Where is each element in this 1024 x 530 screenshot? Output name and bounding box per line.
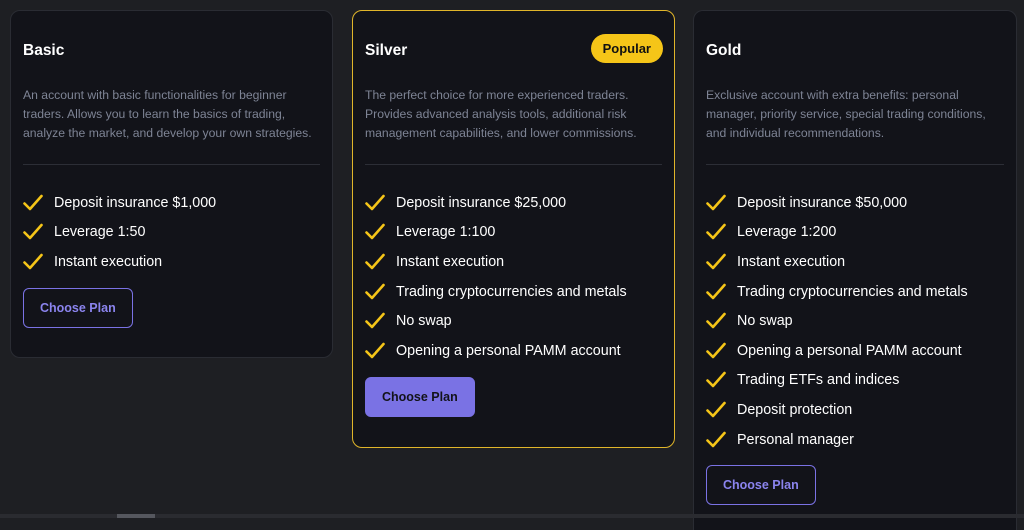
feature-item: Trading cryptocurrencies and metals (706, 277, 968, 307)
feature-label: Deposit protection (737, 401, 853, 418)
check-icon (365, 342, 385, 359)
feature-item: No swap (706, 306, 968, 336)
feature-label: Instant execution (396, 253, 505, 270)
feature-item: Trading ETFs and indices (706, 366, 968, 396)
choose-plan-silver-button[interactable]: Choose Plan (365, 377, 475, 417)
feature-label: Personal manager (737, 431, 854, 448)
check-icon (706, 372, 726, 388)
feature-item: Instant execution (706, 247, 968, 277)
feature-label: Deposit insurance $1,000 (54, 194, 217, 211)
plan-title: Gold (706, 42, 742, 59)
divider (365, 164, 662, 165)
feature-item: No swap (365, 306, 627, 336)
feature-item: Trading cryptocurrencies and metals (365, 277, 627, 307)
feature-item: Leverage 1:50 (23, 218, 216, 248)
choose-plan-gold-button[interactable]: Choose Plan (706, 465, 816, 505)
check-icon (706, 224, 726, 240)
plan-title: Silver (365, 42, 408, 59)
feature-item: Leverage 1:100 (365, 218, 627, 248)
feature-item: Deposit insurance $1,000 (23, 188, 216, 218)
choose-plan-basic-button[interactable]: Choose Plan (23, 288, 133, 328)
feature-list: Deposit insurance $25,000 Leverage 1:100… (365, 188, 627, 366)
feature-item: Deposit insurance $25,000 (365, 188, 627, 218)
feature-label: Leverage 1:50 (54, 224, 146, 241)
feature-label: Deposit insurance $50,000 (737, 194, 908, 211)
feature-label: Opening a personal PAMM account (737, 342, 962, 359)
plan-card-gold: Gold Exclusive account with extra benefi… (693, 10, 1017, 530)
divider (706, 164, 1004, 165)
check-icon (23, 194, 43, 211)
horizontal-scrollbar[interactable] (0, 514, 1024, 518)
plan-description: The perfect choice for more experienced … (365, 88, 637, 140)
feature-label: Deposit insurance $25,000 (396, 194, 567, 211)
plan-description: Exclusive account with extra benefits: p… (706, 88, 986, 140)
plan-card-basic: Basic An account with basic functionalit… (10, 10, 333, 358)
feature-item: Personal manager (706, 425, 968, 455)
feature-label: Leverage 1:100 (396, 224, 496, 241)
feature-label: No swap (396, 313, 452, 330)
plan-title: Basic (23, 42, 65, 59)
feature-label: Trading cryptocurrencies and metals (396, 283, 627, 300)
feature-list: Deposit insurance $50,000 Leverage 1:200… (706, 188, 968, 454)
feature-item: Instant execution (23, 247, 216, 277)
plan-description: An account with basic functionalities fo… (23, 88, 312, 140)
check-icon (706, 312, 726, 329)
feature-list: Deposit insurance $1,000 Leverage 1:50 I… (23, 188, 216, 277)
feature-item: Opening a personal PAMM account (365, 336, 627, 366)
feature-item: Deposit protection (706, 395, 968, 425)
check-icon (365, 312, 385, 329)
scrollbar-thumb[interactable] (117, 514, 155, 518)
feature-item: Opening a personal PAMM account (706, 336, 968, 366)
feature-label: Leverage 1:200 (737, 224, 837, 241)
feature-item: Leverage 1:200 (706, 218, 968, 248)
feature-label: Trading ETFs and indices (737, 372, 900, 389)
check-icon (706, 253, 726, 270)
feature-label: No swap (737, 313, 793, 330)
feature-label: Opening a personal PAMM account (396, 342, 621, 359)
check-icon (706, 194, 726, 211)
check-icon (365, 194, 385, 211)
check-icon (706, 283, 726, 299)
popular-badge: Popular (590, 34, 663, 63)
check-icon (23, 253, 43, 270)
divider (23, 164, 320, 165)
check-icon (706, 401, 726, 418)
check-icon (365, 283, 385, 299)
plan-card-silver: Silver Popular The perfect choice for mo… (352, 10, 675, 448)
check-icon (706, 431, 726, 447)
feature-item: Deposit insurance $50,000 (706, 188, 968, 218)
feature-label: Instant execution (54, 253, 163, 270)
check-icon (365, 253, 385, 270)
check-icon (706, 342, 726, 359)
check-icon (23, 224, 43, 240)
feature-item: Instant execution (365, 247, 627, 277)
check-icon (365, 224, 385, 240)
feature-label: Trading cryptocurrencies and metals (737, 283, 968, 300)
feature-label: Instant execution (737, 253, 846, 270)
